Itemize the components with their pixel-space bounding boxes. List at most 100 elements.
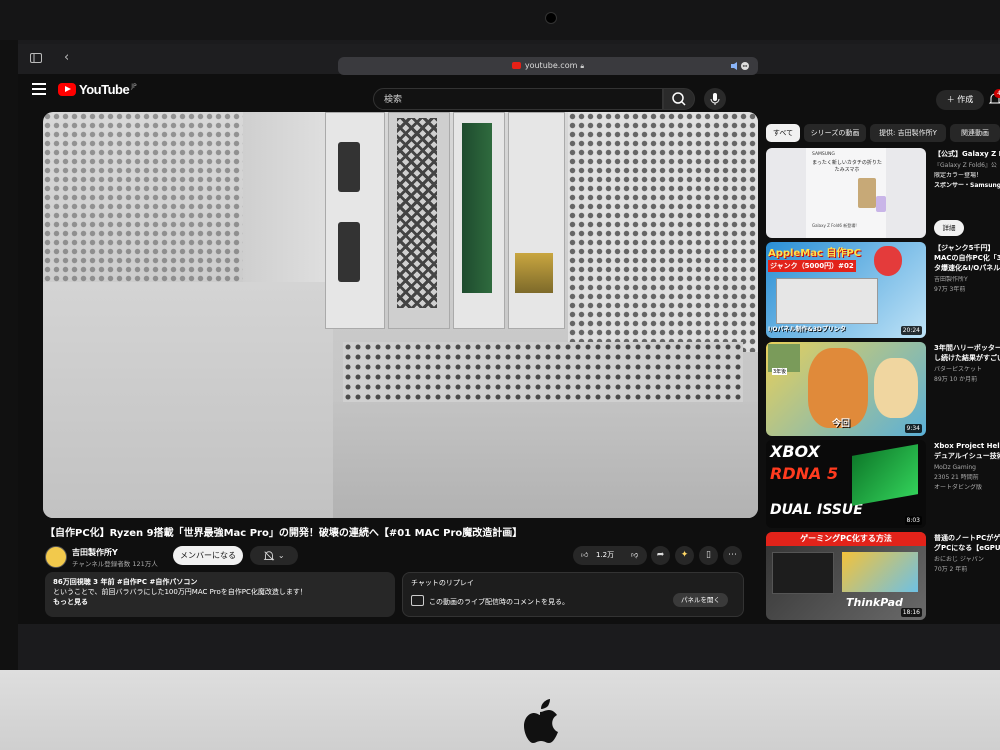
view-stats: 86万回視聴 3 年前 #自作PC #自作パソコン xyxy=(53,578,198,586)
chip-provided-by[interactable]: 提供: 吉田製作所Y xyxy=(870,124,946,142)
phone-image-2 xyxy=(876,196,886,212)
video-duration: 18:16 xyxy=(900,608,922,617)
hamburger-menu-icon[interactable] xyxy=(32,83,46,95)
rec-sponsor: スポンサー・Samsung xyxy=(934,182,1000,189)
rec-meta: 限定カラー登場！ xyxy=(934,172,983,179)
thumbs-up-icon[interactable]: 👍︎ xyxy=(581,546,588,565)
rec-meta: 『Galaxy Z Fold6』公 xyxy=(934,162,997,169)
rec-title: デュアルイシュー技術 xyxy=(934,452,1000,460)
open-panel-button[interactable]: パネルを開く xyxy=(673,593,728,607)
recommendation-item[interactable]: AppleMac 自作PC ジャンク（5000円）#02 I/Oパネル制作&3D… xyxy=(766,242,1000,340)
rec-channel[interactable]: おにおじ ジャパン xyxy=(934,556,1000,564)
thumb-caption: AppleMac 自作PC xyxy=(768,248,862,259)
video-duration: 20:24 xyxy=(900,326,922,335)
chip-related[interactable]: 関連動画 xyxy=(950,124,1000,142)
rec-channel[interactable]: 吉田製作所Y xyxy=(934,276,1000,284)
chat-replay-box: チャットのリプレイ この動画のライブ配信時のコメントを見る。 パネルを開く xyxy=(402,572,744,617)
thumbs-down-icon[interactable]: 👎︎ xyxy=(631,546,638,565)
create-label: 作成 xyxy=(957,95,974,104)
microphone-icon xyxy=(710,93,720,105)
recommendation-item[interactable]: XBOX RDNA 5 DUAL ISSUE 8:03 Xbox Project… xyxy=(766,440,1000,530)
rec-channel[interactable]: パターピスケット xyxy=(934,366,1000,374)
rec-stats: 97万 3年前 xyxy=(934,286,966,293)
video-thumbnail[interactable]: 3年後 今回 9:34 xyxy=(766,342,926,436)
address-bar[interactable]: youtube.com 🔒︎ xyxy=(338,57,758,75)
rec-title: グPCになる【eGPU】 xyxy=(934,544,1000,552)
thumb-caption: XBOX xyxy=(770,442,820,461)
display-port-2 xyxy=(338,222,360,282)
join-membership-button[interactable]: メンバーになる xyxy=(173,546,243,565)
game-screen-image xyxy=(842,552,918,592)
create-button[interactable]: ＋ 作成 xyxy=(936,90,984,110)
video-duration: 8:03 xyxy=(904,516,922,525)
channel-name[interactable]: 吉田製作所Y xyxy=(72,547,118,558)
rec-stats: 89万 10 か月前 xyxy=(934,376,978,383)
lock-icon: 🔒︎ xyxy=(580,62,585,70)
audio-icon[interactable] xyxy=(730,61,750,71)
rec-channel[interactable]: MoDz Gaming xyxy=(934,464,1000,472)
rec-title: MACの自作PC化「3 xyxy=(934,254,1000,262)
plus-icon: ＋ xyxy=(946,95,958,104)
rec-stats: 2305 21 時間前 xyxy=(934,474,979,481)
recommendation-ad[interactable]: SAMSUNG まったく新しいカタチの折りたたみスマホ Galaxy Z Fol… xyxy=(766,148,1000,240)
browser-toolbar: ‹ youtube.com 🔒︎ xyxy=(18,44,1000,75)
description-box[interactable]: 86万回視聴 3 年前 #自作PC #自作パソコン ということで、前回バラバラに… xyxy=(45,572,395,617)
rec-title: 【ジャンク5千円】 xyxy=(934,244,995,252)
voice-search-button[interactable] xyxy=(704,88,726,110)
favicon-icon xyxy=(511,62,521,69)
screen: ‹ youtube.com 🔒︎ YouTube JP 検索 ＋ 作成 4 【自… xyxy=(18,44,1000,624)
display-port-1 xyxy=(338,142,360,192)
ad-caption: Galaxy Z Fold6 新登場! xyxy=(812,223,857,228)
rec-title: タ爆速化&I/Oパネル xyxy=(934,264,1000,272)
search-icon xyxy=(672,92,686,106)
recommendation-item[interactable]: ゲーミングPC化する方法 ThinkPad 18:16 普通のノートPCがゲーミ… xyxy=(766,532,1000,622)
youtube-logo[interactable]: YouTube JP xyxy=(58,82,137,97)
channel-avatar[interactable] xyxy=(45,546,67,568)
rec-stats: 70万 2 年前 xyxy=(934,566,968,573)
details-button[interactable]: 詳細 xyxy=(934,220,964,236)
apple-logo-image xyxy=(874,246,902,276)
ask-ai-icon[interactable]: ✦ xyxy=(675,546,694,565)
play-logo-icon xyxy=(58,83,76,96)
monitor-bezel-left xyxy=(0,40,18,670)
rec-dubbing: オートダビング版 xyxy=(934,484,983,491)
chip-series[interactable]: シリーズの動画 xyxy=(804,124,866,142)
thumb-caption: ゲーミングPC化する方法 xyxy=(766,532,926,546)
rec-title: 3年間ハリーポッター xyxy=(934,344,1000,352)
video-thumbnail[interactable]: ゲーミングPC化する方法 ThinkPad 18:16 xyxy=(766,532,926,620)
like-dislike-group[interactable]: 👍︎ 1.2万 👎︎ xyxy=(573,546,647,565)
sidebar-toggle-icon[interactable] xyxy=(30,52,42,66)
search-input[interactable]: 検索 xyxy=(373,88,663,110)
subscribed-bell-button[interactable]: ⌄ xyxy=(250,546,298,565)
like-count: 1.2万 xyxy=(596,551,615,559)
logo-country: JP xyxy=(131,83,137,90)
share-icon[interactable]: ➦ xyxy=(651,546,670,565)
save-bookmark-icon[interactable]: ▯ xyxy=(699,546,718,565)
perforated-panel-left xyxy=(43,112,273,282)
thumb-caption: 今回 xyxy=(832,419,851,429)
filter-chips: すべて シリーズの動画 提供: 吉田製作所Y 関連動画 xyxy=(766,124,1000,142)
channel-row: 吉田製作所Y チャンネル登録者数 121万人 メンバーになる ⌄ 👍︎ 1.2万… xyxy=(45,544,760,570)
back-icon[interactable]: ‹ xyxy=(64,50,69,65)
phone-image xyxy=(858,178,876,208)
url-text: youtube.com xyxy=(524,61,578,70)
recommendation-item[interactable]: 3年後 今回 9:34 3年間ハリーポッター し続けた結果がすごい パターピスケ… xyxy=(766,342,1000,438)
thumb-caption: ジャンク（5000円）#02 xyxy=(768,260,856,272)
rec-title: Xbox Project HelixのRD xyxy=(934,442,1000,450)
chip-all[interactable]: すべて xyxy=(766,124,800,142)
ad-brand: SAMSUNG xyxy=(812,152,835,157)
ad-thumbnail[interactable]: SAMSUNG まったく新しいカタチの折りたたみスマホ Galaxy Z Fol… xyxy=(766,148,926,238)
panel-surface xyxy=(43,282,333,518)
show-more-link[interactable]: もっと見る xyxy=(53,597,387,607)
video-thumbnail[interactable]: AppleMac 自作PC ジャンク（5000円）#02 I/Oパネル制作&3D… xyxy=(766,242,926,338)
video-player[interactable] xyxy=(43,112,758,518)
ad-tagline: まったく新しいカタチの折りたたみスマホ xyxy=(812,160,882,173)
chip-image xyxy=(852,444,918,506)
io-bracket-2 xyxy=(388,112,450,329)
description-text: ということで、前回バラバラにした100万円MAC Proを自作PC化魔改造します… xyxy=(53,588,307,596)
search-button[interactable] xyxy=(663,88,695,110)
apple-logo-icon xyxy=(524,699,558,743)
more-options-icon[interactable]: ⋯ xyxy=(723,546,742,565)
video-thumbnail[interactable]: XBOX RDNA 5 DUAL ISSUE 8:03 xyxy=(766,440,926,528)
thumb-caption: ThinkPad xyxy=(846,596,903,609)
